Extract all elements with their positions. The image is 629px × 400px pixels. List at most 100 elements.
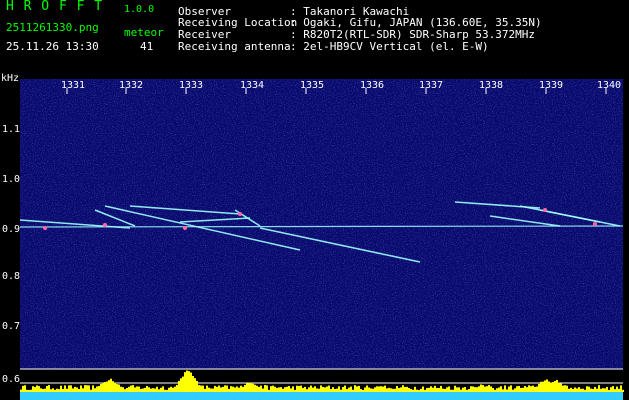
level-bar [296,385,298,392]
level-bar [508,386,510,392]
level-bar [618,388,620,392]
level-bar [558,382,560,392]
y-tick-label: 0.6 [2,374,21,385]
level-bar [98,386,100,392]
level-bar [540,381,542,392]
level-bar [198,385,200,392]
level-bar [538,383,540,392]
level-bar [594,386,596,392]
level-bar [622,389,624,392]
level-bar [606,386,608,392]
level-bar [544,380,546,392]
level-bar [186,370,188,392]
level-bar [482,385,484,392]
level-bar [342,386,344,392]
app-title: H R O F F T [6,0,104,14]
level-bar [316,388,318,392]
level-bar [378,386,380,392]
level-bar [390,388,392,392]
level-bar [494,389,496,392]
level-bar [500,386,502,392]
level-bar [100,384,102,392]
level-bar [174,386,176,392]
level-bar [280,387,282,392]
level-bar [328,385,330,392]
level-bar [452,389,454,392]
level-bar [214,385,216,392]
level-bar [108,380,110,392]
level-bar [366,385,368,392]
level-floor [20,392,623,400]
level-bar [602,388,604,392]
level-bar [92,385,94,392]
level-bar [276,387,278,392]
level-bar [252,383,254,392]
level-bar [434,385,436,392]
level-bar [466,389,468,392]
level-bar [250,382,252,392]
meteor-head [238,212,242,216]
x-tick-label: 1332 [119,80,144,91]
level-bar [510,385,512,392]
datetime-label: 25.11.26 13:30 [6,40,99,53]
level-bar [162,386,164,392]
level-bar [50,389,52,392]
level-bar [248,383,250,392]
meteor-count: 41 [140,40,154,53]
level-bar [194,378,196,392]
level-bar [492,387,494,392]
level-bar [360,389,362,392]
x-tick-label: 1334 [240,80,265,91]
level-bar [60,385,62,392]
level-bar [620,385,622,392]
level-bar [598,385,600,392]
antenna-key: Receiving antenna [178,40,291,53]
level-bar [464,387,466,392]
x-tick-label: 1340 [597,80,622,91]
level-bar [118,384,120,392]
level-bar [154,388,156,392]
level-bar [586,386,588,392]
level-bar [86,385,88,392]
level-bar [30,389,32,392]
level-bar [474,387,476,392]
level-bar [90,389,92,392]
level-bar [28,389,30,392]
level-bar [388,387,390,392]
level-bar [106,381,108,392]
level-bar [318,388,320,392]
level-bar [428,387,430,392]
level-bar [604,388,606,392]
level-bar [564,385,566,392]
level-bar [304,386,306,392]
level-bar [312,387,314,392]
level-bar [590,388,592,392]
level-bar [290,388,292,392]
level-bar [234,387,236,392]
level-bar [550,382,552,392]
level-bar [180,378,182,392]
level-bar [522,387,524,392]
level-bar [102,382,104,392]
level-bar [450,389,452,392]
level-bar [308,387,310,392]
level-bar [384,385,386,392]
level-bar [204,388,206,392]
level-bar [358,385,360,392]
level-bar [422,386,424,392]
level-bar [78,389,80,392]
level-bar [346,389,348,392]
level-bar [370,388,372,392]
level-bar [164,389,166,392]
level-bar [212,388,214,392]
level-bar [572,388,574,392]
level-bar [402,385,404,392]
level-bar [556,379,558,392]
level-bar [396,386,398,392]
meteor-head [43,226,47,230]
level-bar [368,387,370,392]
level-bar [144,387,146,392]
level-bar [324,387,326,392]
level-bar [568,388,570,392]
level-bar [152,388,154,392]
